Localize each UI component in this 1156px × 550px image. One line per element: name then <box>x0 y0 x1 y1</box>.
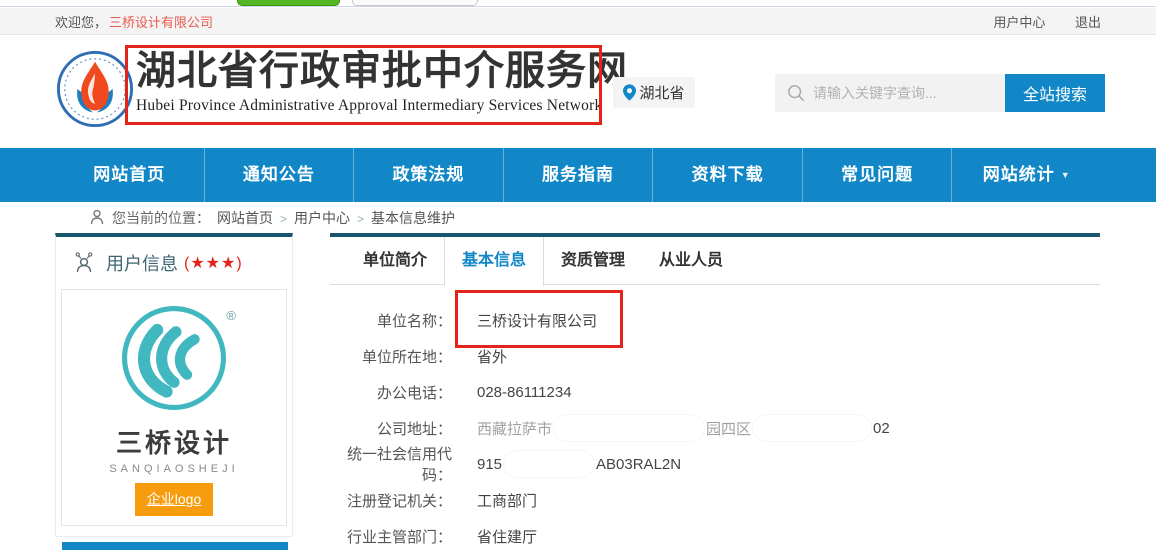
field-label: 统一社会信用代码： <box>330 443 452 485</box>
welcome-company-name: 三桥设计有限公司 <box>109 15 213 30</box>
sidebar-user-panel: 用户信息 (★★★) ® 三桥设计 SANQIAOSHEJI 企业logo <box>55 233 293 537</box>
welcome-message: 欢迎您，三桥设计有限公司 <box>55 12 213 31</box>
field-value: 省住建厅 <box>477 526 537 547</box>
breadcrumb-item-3[interactable]: 基本信息维护 <box>371 210 455 226</box>
field-value: 028-86111234 <box>477 384 572 401</box>
value-fragment: 园四区 <box>706 418 751 439</box>
nav-item-4[interactable]: 服务指南 <box>503 148 653 202</box>
tab-资质管理[interactable]: 资质管理 <box>544 237 642 284</box>
field-label: 单位名称： <box>330 310 452 331</box>
field-label: 单位所在地： <box>330 346 452 367</box>
breadcrumb: 您当前的位置： 网站首页 > 用户中心 > 基本信息维护 <box>0 202 1156 233</box>
breadcrumb-item-2[interactable]: 用户中心 <box>294 210 350 226</box>
user-center-link[interactable]: 用户中心 <box>993 15 1045 30</box>
form-row: 单位名称： 三桥设计有限公司 <box>330 302 1100 338</box>
form-row: 单位所在地： 省外 <box>330 338 1100 374</box>
main-nav: 网站首页通知公告政策法规服务指南资料下载常见问题网站统计▼ <box>0 148 1156 202</box>
tabs: 单位简介基本信息资质管理从业人员 <box>330 237 1100 285</box>
company-logo-icon <box>118 302 230 414</box>
chevron-down-icon: ▼ <box>1061 170 1071 180</box>
breadcrumb-separator: > <box>280 212 287 226</box>
form-row: 公司地址： 西藏拉萨市 园四区 02 <box>330 410 1100 446</box>
company-logo-pinyin: SANQIAOSHEJI <box>62 463 286 475</box>
tab-从业人员[interactable]: 从业人员 <box>642 237 740 284</box>
field-label: 公司地址： <box>330 418 452 439</box>
enterprise-logo-button[interactable]: 企业logo <box>135 483 213 516</box>
location-pin-icon <box>623 84 636 101</box>
site-search-button[interactable]: 全站搜索 <box>1005 74 1105 112</box>
breadcrumb-prefix: 您当前的位置： <box>112 208 210 228</box>
value-fragment: 西藏拉萨市 <box>477 418 552 439</box>
nav-item-3[interactable]: 政策法规 <box>353 148 503 202</box>
field-value: 三桥设计有限公司 <box>477 310 597 331</box>
white-mask-scribble <box>504 451 594 477</box>
site-subtitle: Hubei Province Administrative Approval I… <box>136 97 628 115</box>
topbar-links: 用户中心 退出 <box>967 12 1101 31</box>
nav-item-2[interactable]: 通知公告 <box>204 148 354 202</box>
field-label: 办公电话： <box>330 382 452 403</box>
basic-info-form: 单位名称： 三桥设计有限公司单位所在地： 省外办公电话： 028-86111234 公司… <box>330 285 1100 550</box>
tab-单位简介[interactable]: 单位简介 <box>346 237 444 284</box>
user-rating-stars: (★★★) <box>184 253 243 273</box>
search-icon <box>787 84 805 102</box>
topbar: 欢迎您，三桥设计有限公司 用户中心 退出 <box>0 8 1156 35</box>
nav-item-1[interactable]: 网站首页 <box>55 148 204 202</box>
search-box <box>775 74 1005 112</box>
main-panel: 单位简介基本信息资质管理从业人员 单位名称： 三桥设计有限公司单位所在地： 省外办公… <box>330 233 1100 550</box>
value-fragment: 02 <box>873 420 890 437</box>
page: 欢迎您，三桥设计有限公司 用户中心 退出 湖北省行政审批中介服务网 Hubei … <box>0 0 1156 550</box>
company-logo-name: 三桥设计 <box>62 423 286 460</box>
region-label: 湖北省 <box>639 82 684 103</box>
tab-基本信息[interactable]: 基本信息 <box>444 237 544 286</box>
sidebar-header: 用户信息 (★★★) <box>56 237 292 289</box>
registered-trademark-mark: ® <box>226 308 236 323</box>
form-row: 注册登记机关： 工商部门 <box>330 482 1100 518</box>
form-row: 办公电话： 028-86111234 <box>330 374 1100 410</box>
browser-chrome-strip <box>0 0 1156 7</box>
white-mask-scribble <box>753 415 871 441</box>
field-label: 行业主管部门： <box>330 526 452 547</box>
breadcrumb-separator: > <box>357 212 364 226</box>
sidebar-title: 用户信息 <box>106 250 178 276</box>
site-title: 湖北省行政审批中介服务网 <box>136 48 628 94</box>
company-logo-card: ® 三桥设计 SANQIAOSHEJI 企业logo <box>61 289 287 526</box>
field-value: 915 AB03RAL2N <box>477 451 681 477</box>
user-silhouette-icon <box>90 210 104 225</box>
nav-item-7[interactable]: 网站统计▼ <box>951 148 1101 202</box>
logout-link[interactable]: 退出 <box>1075 15 1101 30</box>
nav-item-5[interactable]: 资料下载 <box>652 148 802 202</box>
welcome-prefix: 欢迎您， <box>55 15 107 30</box>
site-title-block: 湖北省行政审批中介服务网 Hubei Province Administrati… <box>136 48 628 115</box>
cutoff-green-button[interactable] <box>237 0 340 6</box>
site-header: 湖北省行政审批中介服务网 Hubei Province Administrati… <box>0 35 1156 148</box>
region-selector[interactable]: 湖北省 <box>613 77 695 108</box>
value-fragment: AB03RAL2N <box>596 456 681 473</box>
field-value: 工商部门 <box>477 490 537 511</box>
search-input[interactable] <box>813 85 993 101</box>
field-label: 注册登记机关： <box>330 490 452 511</box>
field-value: 西藏拉萨市 园四区 02 <box>477 415 890 441</box>
breadcrumb-item-1[interactable]: 网站首页 <box>217 210 273 226</box>
user-stars-icon <box>71 250 97 276</box>
site-logo-icon <box>56 50 134 128</box>
white-mask-scribble <box>554 415 704 441</box>
form-row: 行业主管部门： 省住建厅 <box>330 518 1100 550</box>
field-value: 省外 <box>477 346 507 367</box>
sidebar-bottom-button[interactable] <box>62 542 288 550</box>
cutoff-gray-tab[interactable] <box>352 0 478 6</box>
nav-item-6[interactable]: 常见问题 <box>802 148 952 202</box>
form-row: 统一社会信用代码： 915 AB03RAL2N <box>330 446 1100 482</box>
value-fragment: 915 <box>477 456 502 473</box>
